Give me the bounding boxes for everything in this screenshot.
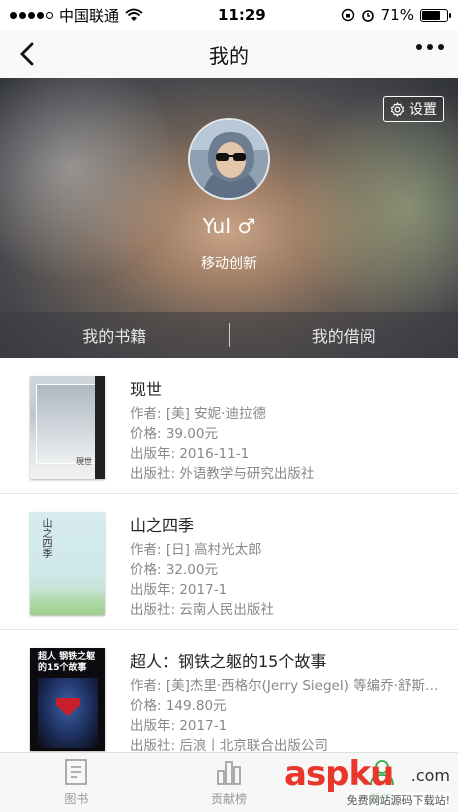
- book-icon: [65, 759, 88, 785]
- settings-button[interactable]: 设置: [383, 96, 444, 122]
- book-date: 出版年: 2016-11-1: [130, 446, 250, 462]
- book-author: 作者: [美] 安妮·迪拉德: [130, 406, 266, 422]
- avatar[interactable]: [188, 118, 270, 200]
- book-cover-title: 超人 钢铁之躯的15个故事: [38, 652, 96, 673]
- list-item[interactable]: 山之四季 山之四季 作者: [日] 高村光太郎 价格: 32.00元 出版年: …: [0, 494, 458, 630]
- time-label: 11:29: [217, 6, 266, 24]
- book-price: 价格: 32.00元: [130, 562, 218, 578]
- status-right: 71%: [341, 6, 451, 24]
- signal-icon: [10, 11, 53, 19]
- nav-bar: 我的: [0, 30, 458, 78]
- book-info: 超人：钢铁之躯的15个故事 作者: [美]杰里·西格尔(Jerry Siegel…: [130, 648, 448, 756]
- list-item[interactable]: 現世 现世 作者: [美] 安妮·迪拉德 价格: 39.00元 出版年: 201…: [0, 358, 458, 494]
- more-button[interactable]: [416, 44, 444, 50]
- book-info: 山之四季 作者: [日] 高村光太郎 价格: 32.00元 出版年: 2017-…: [130, 512, 448, 620]
- tab-my-books[interactable]: 我的书籍: [0, 323, 229, 347]
- tab-books-label: 图书: [64, 792, 89, 806]
- book-author: 作者: [美]杰里·西格尔(Jerry Siegel) 等编乔·舒斯特...: [130, 678, 448, 694]
- book-title: 超人：钢铁之躯的15个故事: [130, 652, 327, 671]
- watermark-logo: aspku: [284, 754, 394, 794]
- list-item[interactable]: 超人 钢铁之躯的15个故事 超人：钢铁之躯的15个故事 作者: [美]杰里·西格…: [0, 630, 458, 766]
- status-bar: 中国联通 11:29 71%: [0, 0, 458, 30]
- organization-label: 移动创新: [201, 256, 257, 272]
- carrier-label: 中国联通: [59, 6, 120, 25]
- chevron-left-icon: [20, 42, 34, 66]
- profile-header: 设置 YuI ♂ 移动创新 我的书籍 我的借阅: [0, 78, 458, 358]
- book-cover: 超人 钢铁之躯的15个故事: [30, 648, 105, 751]
- book-list: 現世 现世 作者: [美] 安妮·迪拉德 价格: 39.00元 出版年: 201…: [0, 358, 458, 766]
- more-dot-icon: [438, 44, 444, 50]
- book-title: 现世: [130, 380, 163, 399]
- watermark-domain: .com: [410, 766, 450, 785]
- rotation-lock-icon: [341, 8, 354, 22]
- alarm-icon: [361, 10, 374, 22]
- book-cover: 山之四季: [30, 512, 105, 615]
- book-title: 山之四季: [130, 516, 195, 535]
- tab-books[interactable]: 图书: [0, 753, 153, 812]
- more-dot-icon: [427, 44, 433, 50]
- tab-ranking[interactable]: 贡献榜: [153, 753, 306, 812]
- book-author: 作者: [日] 高村光太郎: [130, 542, 262, 558]
- settings-label: 设置: [409, 102, 437, 118]
- book-price: 价格: 149.80元: [130, 698, 227, 714]
- status-left: 中国联通: [10, 5, 143, 26]
- bar-chart-icon: [217, 761, 241, 785]
- watermark: aspku .com 免费网站源码下载站!: [284, 754, 454, 810]
- wifi-icon: [125, 8, 143, 21]
- battery-percent: 71%: [380, 6, 414, 24]
- book-publisher: 出版社: 外语教学与研究出版社: [130, 466, 315, 482]
- back-button[interactable]: [12, 38, 42, 70]
- book-publisher: 出版社: 云南人民出版社: [130, 602, 274, 618]
- book-date: 出版年: 2017-1: [130, 718, 228, 734]
- book-cover: 現世: [30, 376, 105, 479]
- book-cover-title: 山之四季: [40, 518, 51, 558]
- book-date: 出版年: 2017-1: [130, 582, 228, 598]
- book-info: 现世 作者: [美] 安妮·迪拉德 价格: 39.00元 出版年: 2016-1…: [130, 376, 448, 484]
- page-title: 我的: [209, 43, 249, 68]
- tab-ranking-label: 贡献榜: [211, 792, 248, 806]
- profile-tabs: 我的书籍 我的借阅: [0, 312, 458, 358]
- username: YuI ♂: [202, 214, 256, 238]
- book-price: 价格: 39.00元: [130, 426, 218, 442]
- more-dot-icon: [416, 44, 422, 50]
- book-cover-title: 現世: [76, 457, 92, 466]
- watermark-text: 免费网站源码下载站!: [346, 792, 450, 808]
- gear-icon: [390, 101, 405, 117]
- tab-my-borrowing[interactable]: 我的借阅: [230, 323, 458, 347]
- battery-icon: [419, 8, 451, 22]
